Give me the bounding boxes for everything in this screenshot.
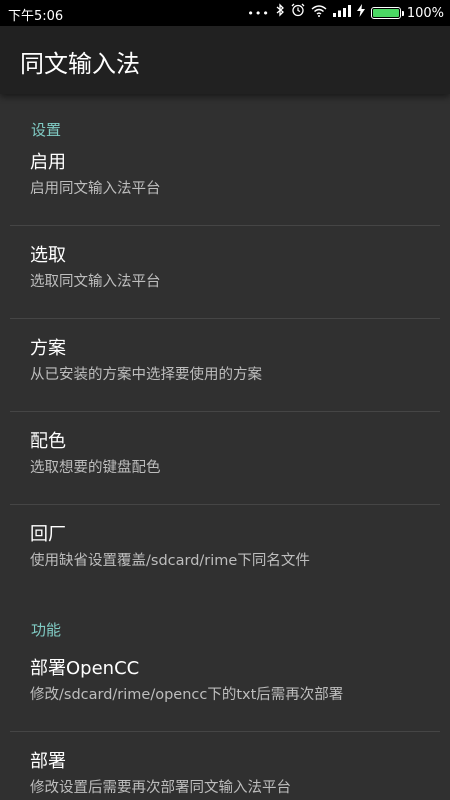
battery-percent: 100% [406, 5, 444, 21]
pref-title: 选取 [30, 245, 66, 266]
settings-screen: 下午5:06 ••• 100% 同文输入法 设置 启用 启用同文输入法平台 选取… [0, 0, 450, 800]
pref-enable[interactable]: 启用 启用同文输入法平台 [0, 133, 450, 225]
category-functions: 功能 [31, 621, 62, 639]
pref-deploy[interactable]: 部署 修改设置后需要再次部署同文输入法平台 [0, 732, 450, 800]
status-bar: 下午5:06 ••• 100% [0, 0, 450, 26]
pref-deploy-opencc[interactable]: 部署OpenCC 修改/sdcard/rime/opencc下的txt后需再次部… [0, 639, 450, 731]
bluetooth-icon [276, 3, 285, 23]
pref-color-scheme[interactable]: 配色 选取想要的键盘配色 [0, 412, 450, 504]
pref-schema[interactable]: 方案 从已安装的方案中选择要使用的方案 [0, 319, 450, 411]
app-title: 同文输入法 [20, 50, 140, 78]
pref-summary: 使用缺省设置覆盖/sdcard/rime下同名文件 [30, 553, 310, 569]
status-time: 下午5:06 [8, 9, 64, 24]
pref-summary: 启用同文输入法平台 [30, 181, 161, 197]
pref-summary: 选取同文输入法平台 [30, 274, 161, 290]
pref-title: 回厂 [30, 524, 66, 545]
notification-dots: ••• [247, 6, 270, 20]
pref-title: 方案 [30, 338, 66, 359]
wifi-icon [311, 3, 327, 23]
battery-icon [370, 7, 404, 19]
pref-summary: 修改设置后需要再次部署同文输入法平台 [30, 780, 291, 796]
pref-summary: 选取想要的键盘配色 [30, 460, 161, 476]
pref-summary: 从已安装的方案中选择要使用的方案 [30, 367, 262, 383]
alarm-icon [291, 3, 305, 23]
signal-icon [332, 3, 351, 23]
battery-level-fill [372, 9, 399, 17]
charging-icon [356, 3, 365, 23]
preference-list[interactable]: 设置 启用 启用同文输入法平台 选取 选取同文输入法平台 方案 从已安装的方案中… [0, 94, 450, 800]
pref-title: 部署 [30, 751, 66, 772]
pref-title: 部署OpenCC [30, 658, 140, 679]
status-icons: ••• 100% [247, 3, 444, 23]
pref-reset[interactable]: 回厂 使用缺省设置覆盖/sdcard/rime下同名文件 [0, 505, 450, 597]
category-settings: 设置 [31, 121, 62, 139]
app-toolbar: 同文输入法 [0, 26, 450, 94]
pref-select-ime[interactable]: 选取 选取同文输入法平台 [0, 226, 450, 318]
pref-title: 配色 [30, 431, 66, 452]
pref-summary: 修改/sdcard/rime/opencc下的txt后需再次部署 [30, 687, 344, 703]
pref-title: 启用 [30, 152, 66, 173]
